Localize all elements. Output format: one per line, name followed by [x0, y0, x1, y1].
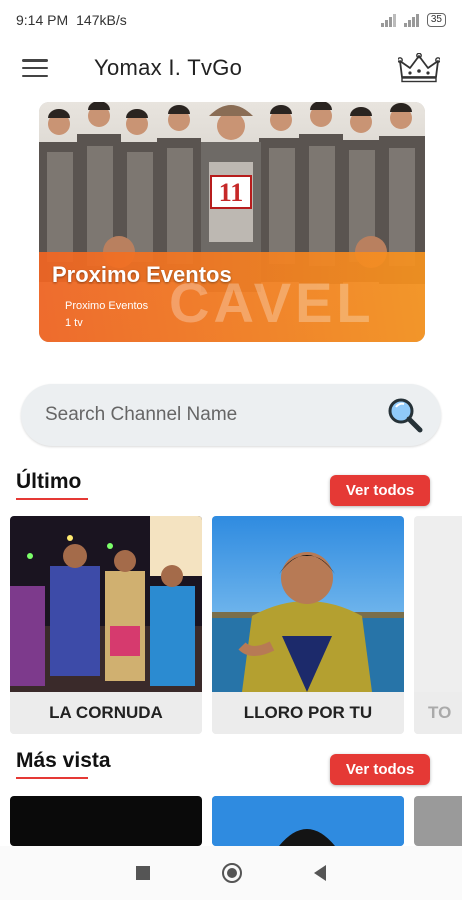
channel-card[interactable] [414, 796, 462, 846]
signal-4g-icon [403, 13, 419, 27]
section-underline [16, 498, 88, 500]
channel-title: TO [414, 692, 462, 734]
section-title-mas-vista: Más vista [16, 749, 111, 772]
battery-icon: 35 [426, 13, 446, 27]
channel-title: LA CORNUDA [10, 692, 202, 734]
most-viewed-row [10, 796, 462, 846]
banner-title: Proximo Eventos [52, 262, 232, 287]
back-icon[interactable] [314, 865, 326, 881]
channel-card[interactable]: TO [414, 516, 462, 734]
app-bar: Yomax I. TvGo [0, 40, 462, 96]
status-time: 9:14 PM [16, 12, 69, 28]
ver-todos-button-mas-vista[interactable]: Ver todos [330, 754, 430, 785]
section-underline [16, 777, 88, 779]
channel-card[interactable] [212, 796, 404, 846]
search-bar [21, 384, 441, 446]
crown-icon[interactable] [398, 53, 440, 83]
signal-icon [380, 13, 396, 27]
channel-thumbnail [212, 516, 404, 692]
search-input[interactable] [45, 404, 385, 426]
event-banner[interactable]: 11 CAVEL Proximo Eventos Proximo Eventos… [39, 102, 425, 342]
channel-thumbnail [10, 516, 202, 692]
latest-channels-row: LA CORNUDA LLORO POR TU TO [10, 516, 462, 734]
section-title-ultimo: Último [16, 470, 82, 493]
channel-card[interactable]: LLORO POR TU [212, 516, 404, 734]
system-navigation-bar [0, 846, 462, 900]
search-icon[interactable] [385, 395, 425, 435]
ver-todos-button-ultimo[interactable]: Ver todos [330, 475, 430, 506]
recents-icon[interactable] [136, 866, 150, 880]
channel-title: LLORO POR TU [212, 692, 404, 734]
home-icon[interactable] [222, 863, 242, 883]
channel-thumbnail [414, 516, 462, 692]
status-bar: 9:14 PM 147kB/s 35 [0, 0, 462, 40]
channel-card[interactable]: LA CORNUDA [10, 516, 202, 734]
status-icons: 35 [380, 13, 446, 27]
banner-subtitle: Proximo Eventos [65, 300, 149, 312]
channel-thumbnail [212, 796, 404, 846]
status-speed: 147kB/s [76, 12, 127, 28]
hamburger-icon[interactable] [22, 59, 48, 77]
channel-card[interactable] [10, 796, 202, 846]
app-title: Yomax I. TvGo [94, 55, 243, 80]
banner-caption: 1 tv [65, 317, 83, 329]
banner-badge-text: 11 [219, 178, 244, 207]
